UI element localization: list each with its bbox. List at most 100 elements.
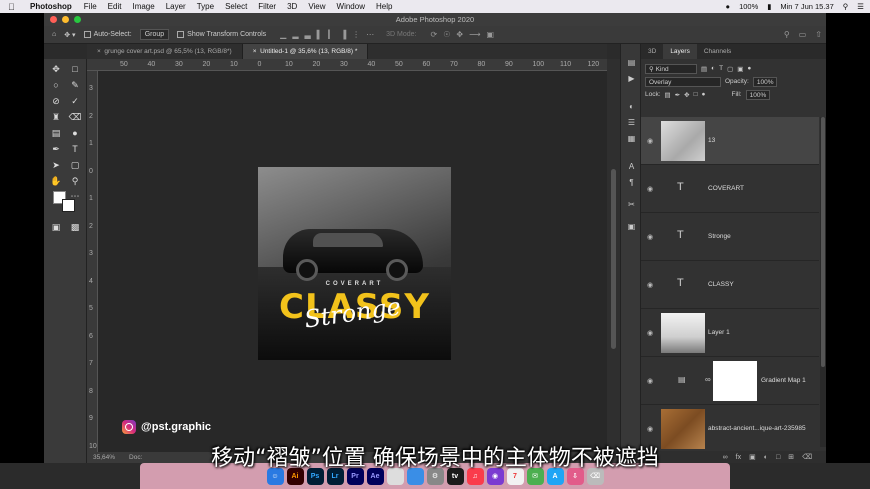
slide-3d-icon[interactable]: ⟶: [469, 30, 480, 39]
workspace-icon[interactable]: ▭: [799, 30, 807, 39]
menu-list-icon[interactable]: ☰: [857, 2, 864, 11]
apple-icon[interactable]: : [8, 2, 20, 12]
align-right-icon[interactable]: ▐: [340, 30, 346, 39]
visibility-eye-icon[interactable]: ◉: [647, 185, 653, 193]
pen-tool-icon[interactable]: ✒: [49, 143, 63, 155]
align-center-icon[interactable]: ▎: [328, 30, 334, 39]
layer-row-gradient-map-1[interactable]: ◉ ▤ ∞ Gradient Map 1: [641, 357, 819, 405]
more-options-icon[interactable]: ⋯: [366, 30, 374, 39]
type-tool-icon[interactable]: T: [68, 143, 82, 155]
auto-select-dropdown[interactable]: Group: [139, 29, 170, 40]
visibility-eye-icon[interactable]: ◉: [647, 281, 653, 289]
hand-tool-icon[interactable]: ✋: [49, 175, 63, 187]
properties-icon[interactable]: ☰: [625, 118, 638, 129]
background-color-swatch[interactable]: [62, 199, 75, 212]
share-icon[interactable]: ⇧: [815, 30, 822, 39]
menu-file[interactable]: File: [84, 2, 97, 11]
tab-untitled-1[interactable]: × Untitled-1 @ 35,6% (13, RGB/8) *: [242, 44, 369, 59]
ruler-horizontal[interactable]: 50 40 30 20 10 0 10 20 30 40 50 60 70 80 90 100 110 120: [87, 59, 607, 71]
tab-channels[interactable]: Channels: [697, 44, 738, 59]
eyedropper-tool-icon[interactable]: ⊘: [49, 95, 63, 107]
quick-select-tool-icon[interactable]: ✎: [68, 79, 82, 91]
distribute-icon[interactable]: ⋮: [352, 30, 360, 39]
document-canvas[interactable]: COVERART CLASSY Stronge: [258, 167, 451, 360]
zoom-window-button[interactable]: [74, 16, 81, 23]
menu-select[interactable]: Select: [225, 2, 247, 11]
align-top-icon[interactable]: ▁: [280, 30, 286, 39]
lasso-tool-icon[interactable]: ○: [49, 79, 63, 91]
filter-shape-icon[interactable]: ▢: [727, 65, 733, 73]
filter-type-icon[interactable]: T: [719, 65, 723, 72]
history-icon[interactable]: ▤: [625, 58, 638, 69]
home-icon[interactable]: ⌂: [52, 31, 56, 38]
adjustments-icon[interactable]: ◐: [625, 102, 638, 113]
search-icon[interactable]: ⚲: [784, 30, 790, 39]
screen-mode-icon[interactable]: ▩: [68, 221, 82, 233]
path-select-tool-icon[interactable]: ➤: [49, 159, 63, 171]
swatches-icon[interactable]: ▣: [625, 222, 638, 233]
libraries-icon[interactable]: ▦: [625, 134, 638, 145]
layer-row-classy[interactable]: ◉ T CLASSY: [641, 261, 819, 309]
clock[interactable]: Min 7 Jun 15.37: [780, 2, 833, 11]
layer-row-coverart[interactable]: ◉ T COVERART: [641, 165, 819, 213]
battery-icon[interactable]: ▮: [767, 2, 771, 11]
canvas-vertical-scrollbar[interactable]: [607, 59, 620, 463]
layer-row-13[interactable]: ◉ 13: [641, 117, 819, 165]
menu-type[interactable]: Type: [197, 2, 214, 11]
eraser-tool-icon[interactable]: ⌫: [68, 111, 82, 123]
tab-3d[interactable]: 3D: [641, 44, 663, 59]
menu-3d[interactable]: 3D: [287, 2, 297, 11]
roll-3d-icon[interactable]: ☉: [443, 30, 450, 39]
lock-position-icon[interactable]: ✥: [684, 91, 689, 99]
blend-mode-dropdown[interactable]: Overlay: [645, 76, 721, 87]
layer-row-layer-1[interactable]: ◉ Layer 1: [641, 309, 819, 357]
actions-icon[interactable]: ▶: [625, 74, 638, 85]
menu-view[interactable]: View: [308, 2, 325, 11]
app-menu[interactable]: Photoshop: [30, 2, 72, 11]
align-bottom-icon[interactable]: ▃: [304, 30, 310, 39]
pan-3d-icon[interactable]: ✥: [456, 30, 463, 39]
dodge-tool-icon[interactable]: ●: [68, 127, 82, 139]
stamp-tool-icon[interactable]: ♜: [49, 111, 63, 123]
tab-layers[interactable]: Layers: [663, 44, 697, 59]
paragraph-icon[interactable]: ¶: [625, 178, 638, 189]
visibility-eye-icon[interactable]: ◉: [647, 377, 653, 385]
filter-toggle-icon[interactable]: ●: [747, 65, 751, 72]
move-tool-icon[interactable]: ✥ ▾: [64, 31, 75, 39]
layer-row-stronge[interactable]: ◉ T Stronge: [641, 213, 819, 261]
transform-controls-checkbox[interactable]: [177, 31, 185, 38]
search-icon[interactable]: ⚲: [843, 2, 849, 11]
lock-paint-icon[interactable]: ✒: [675, 91, 680, 99]
visibility-eye-icon[interactable]: ◉: [647, 233, 653, 241]
menu-help[interactable]: Help: [376, 2, 392, 11]
align-left-icon[interactable]: ▌: [317, 30, 323, 39]
character-icon[interactable]: A: [625, 162, 638, 173]
quick-mask-icon[interactable]: ▣: [49, 221, 63, 233]
tool-presets-icon[interactable]: ✂: [625, 200, 638, 211]
filter-smart-icon[interactable]: ▣: [737, 65, 743, 73]
menu-window[interactable]: Window: [337, 2, 365, 11]
close-window-button[interactable]: [50, 16, 57, 23]
visibility-eye-icon[interactable]: ◉: [647, 329, 653, 337]
align-middle-icon[interactable]: ▂: [292, 30, 298, 39]
shape-tool-icon[interactable]: ▢: [68, 159, 82, 171]
scale-3d-icon[interactable]: ▣: [487, 30, 495, 39]
lock-all-icon[interactable]: ●: [702, 91, 706, 98]
opacity-input[interactable]: 100%: [752, 76, 778, 87]
zoom-tool-icon[interactable]: ⚲: [68, 175, 82, 187]
tab-grunge-cover-art[interactable]: × grunge cover art.psd @ 65,5% (13, RGB/…: [87, 44, 243, 59]
mask-link-icon[interactable]: ∞: [705, 375, 711, 384]
menu-filter[interactable]: Filter: [258, 2, 276, 11]
marquee-tool-icon[interactable]: □: [68, 63, 82, 75]
gradient-tool-icon[interactable]: ▤: [49, 127, 63, 139]
visibility-eye-icon[interactable]: ◉: [647, 425, 653, 433]
move-tool-icon[interactable]: ✥: [49, 63, 63, 75]
menu-edit[interactable]: Edit: [108, 2, 122, 11]
lock-artboard-icon[interactable]: □: [694, 91, 698, 98]
lock-pixels-icon[interactable]: ▤: [665, 91, 671, 99]
visibility-eye-icon[interactable]: ◉: [647, 137, 653, 145]
filter-pixel-icon[interactable]: ▤: [701, 65, 707, 73]
minimize-window-button[interactable]: [62, 16, 69, 23]
layer-mask-thumbnail[interactable]: [713, 361, 757, 401]
menu-image[interactable]: Image: [132, 2, 154, 11]
